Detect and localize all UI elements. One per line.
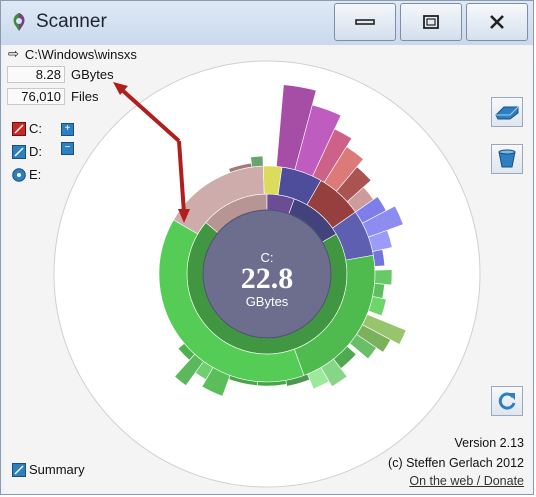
- recycle-bin-icon: [498, 149, 516, 168]
- hard-drive-icon: [12, 144, 26, 159]
- path-row: ⇨ C:\Windows\winsxs: [8, 46, 137, 62]
- minimize-icon: [355, 19, 375, 25]
- file-segment[interactable]: [250, 155, 264, 168]
- drive-item-c[interactable]: C:: [12, 121, 42, 136]
- maximize-button[interactable]: [400, 3, 462, 41]
- hard-drive-icon: [12, 121, 26, 136]
- summary-label: Summary: [29, 462, 85, 477]
- scanner-client-area: C: 22.8 GBytes ⇨ C:\Windows\winsxs 8.28 …: [4, 45, 530, 493]
- center-size-unit: GBytes: [246, 294, 289, 309]
- web-donate-link[interactable]: On the web / Donate: [409, 474, 524, 488]
- files-unit: Files: [71, 89, 99, 104]
- title-bar[interactable]: Scanner: [1, 1, 533, 45]
- path-arrow-icon[interactable]: ⇨: [8, 46, 19, 62]
- summary-item[interactable]: Summary: [12, 462, 85, 477]
- close-icon: [490, 15, 504, 29]
- copyright-text: (c) Steffen Gerlach 2012: [388, 456, 524, 470]
- drive-label: E:: [29, 167, 42, 182]
- file-segment[interactable]: [372, 283, 385, 299]
- scanner-window: Scanner C: 22.8 GBytes ⇨ C:\Windows\wins…: [0, 0, 534, 495]
- maximize-icon: [423, 15, 439, 29]
- drive-label: D:: [29, 144, 42, 159]
- close-button[interactable]: [466, 3, 528, 41]
- drive-label: C:: [29, 121, 42, 136]
- refresh-icon: [498, 392, 516, 410]
- delete-button[interactable]: [491, 97, 523, 127]
- app-icon: [13, 13, 25, 31]
- eraser-icon: [495, 106, 519, 120]
- optical-disc-icon: [12, 167, 26, 182]
- summary-icon: [12, 462, 26, 477]
- center-size-value: 22.8: [241, 262, 294, 295]
- sunburst-chart[interactable]: C: 22.8 GBytes: [4, 45, 530, 493]
- expand-plus-icon[interactable]: +: [61, 123, 74, 136]
- refresh-button[interactable]: [491, 386, 523, 416]
- window-title: Scanner: [36, 11, 107, 32]
- version-text: Version 2.13: [454, 436, 525, 450]
- size-unit: GBytes: [71, 67, 114, 82]
- size-value: 8.28: [7, 66, 65, 83]
- file-segment[interactable]: [374, 269, 393, 286]
- recycle-bin-button[interactable]: [491, 144, 523, 174]
- collapse-minus-icon[interactable]: −: [61, 142, 74, 155]
- file-segment[interactable]: [372, 249, 386, 267]
- drive-item-d[interactable]: D:: [12, 144, 42, 159]
- current-path: C:\Windows\winsxs: [24, 46, 137, 62]
- minimize-button[interactable]: [334, 3, 396, 41]
- drive-item-e[interactable]: E:: [12, 167, 41, 182]
- files-value: 76,010: [7, 88, 65, 105]
